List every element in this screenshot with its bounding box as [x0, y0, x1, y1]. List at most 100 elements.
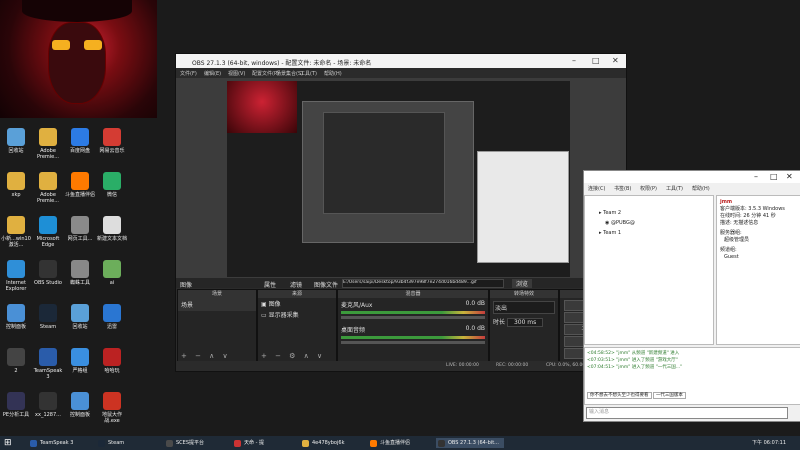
duration-input[interactable]: 300 ms — [506, 318, 544, 327]
channel-label: Team 1 — [603, 230, 622, 236]
channel-item[interactable]: ◉ @PUBG@ — [599, 218, 713, 228]
taskbar-item[interactable]: TeamSpeak 3 — [28, 438, 96, 448]
text-file-icon — [103, 216, 121, 234]
taskbar-item[interactable]: SCES提平台 — [164, 438, 232, 448]
obs-titlebar[interactable]: OBS 27.1.3 (64-bit, windows) - 配置文件: 未命名… — [176, 54, 626, 68]
desktop-icon[interactable]: 斗鱼直播伴侣 — [64, 172, 96, 198]
desktop-icon-label: 斗鱼直播伴侣 — [64, 192, 95, 198]
menu-item[interactable]: 帮助(H) — [692, 185, 710, 192]
browse-button[interactable]: 浏览 — [512, 279, 533, 288]
desktop-icon[interactable]: Internet Explorer — [0, 260, 32, 292]
source-item[interactable]: ▭ 显示器采集 — [258, 309, 336, 320]
desktop-icon[interactable]: 网易云音乐 — [96, 128, 128, 154]
scene-item[interactable]: 场景 — [178, 298, 256, 311]
desktop-icon[interactable]: xkp — [0, 172, 32, 198]
menu-item[interactable]: 视图(V) — [228, 70, 245, 77]
info-label: 频道组: — [720, 247, 737, 253]
clock[interactable]: 下午 06:07:11 — [752, 439, 786, 446]
teamspeak-window[interactable]: – □ ✕ 连接(C) 书签(B) 权限(P) 工具(T) 帮助(H) ▸ Team 2… — [583, 170, 800, 422]
desktop-icon-label: 控制面板 — [69, 412, 90, 418]
channel-item[interactable]: ▸ Team 2 — [599, 208, 713, 218]
desktop-icon[interactable]: 迅雷 — [96, 304, 128, 330]
menu-item[interactable]: 连接(C) — [588, 185, 605, 192]
ts-titlebar[interactable]: – □ ✕ — [584, 171, 800, 183]
properties-button[interactable]: 属性 — [264, 280, 276, 289]
desktop-icon-label: 网页工具... — [67, 236, 93, 242]
image-path-field[interactable]: E:/Users/saipi/Desktop/93b4f397e98f7e274… — [342, 279, 504, 288]
menu-item[interactable]: 工具(T) — [300, 70, 317, 77]
desktop-icon[interactable]: 微信 — [96, 172, 128, 198]
chat-tab[interactable]: 你不想去不想头至少也得要看 — [587, 392, 652, 399]
chat-input[interactable]: 输入消息 — [586, 407, 788, 419]
app-icon — [166, 440, 173, 447]
desktop-icon[interactable]: Adobe Premie... — [32, 172, 64, 204]
transition-select[interactable]: 淡出 — [493, 301, 555, 314]
source-tools[interactable]: + − ⚙ ∧ ∨ — [261, 352, 325, 360]
taskbar-item[interactable]: 斗鱼直播伴侣 — [368, 438, 436, 448]
desktop-icon[interactable]: TeamSpeak 3 — [32, 348, 64, 380]
desktop-icon[interactable]: 百度网盘 — [64, 128, 96, 154]
desktop-icon-label: xkp — [11, 192, 21, 198]
channel-item[interactable]: ▸ Team 1 — [599, 228, 713, 238]
desktop-icon[interactable]: Steam — [32, 304, 64, 330]
desktop-icon[interactable]: OBS Studio — [32, 260, 64, 286]
desktop-icon[interactable]: Adobe Premie... — [32, 128, 64, 160]
minimize-icon[interactable]: – — [754, 172, 758, 181]
desktop-icon[interactable]: 2 — [0, 348, 32, 374]
desktop-icon-label: Steam — [39, 324, 57, 330]
desktop-icon[interactable]: 网页工具... — [64, 216, 96, 242]
desktop-icon[interactable]: 严格组 — [64, 348, 96, 374]
desktop-icon[interactable]: 地鼠大作战.exe — [96, 392, 128, 424]
taskbar-item[interactable]: Steam — [96, 438, 164, 448]
desktop-icon[interactable]: Microsoft Edge — [32, 216, 64, 248]
info-label: 在线时间: — [720, 213, 742, 219]
desktop-icon[interactable]: 回收站 — [0, 128, 32, 154]
desktop-icon[interactable]: PE分析工具 — [0, 392, 32, 418]
menu-item[interactable]: 权限(P) — [640, 185, 657, 192]
server-group: 超级管理员 — [724, 237, 750, 243]
track-name: 麦克风/Aux — [341, 302, 373, 309]
desktop-icon-label: PE分析工具 — [2, 412, 30, 418]
desktop-icon[interactable]: ai — [96, 260, 128, 286]
menu-item[interactable]: 帮助(H) — [324, 70, 342, 77]
taskbar-item[interactable]: 天命 - 提 — [232, 438, 300, 448]
menu-item[interactable]: 编辑(E) — [204, 70, 221, 77]
desktop-icon[interactable]: 控制面板 — [64, 392, 96, 418]
preview-area[interactable] — [176, 78, 626, 278]
obs-window[interactable]: OBS 27.1.3 (64-bit, windows) - 配置文件: 未命名… — [175, 53, 627, 372]
channel-tree[interactable]: ▸ Team 2 ◉ @PUBG@ ▸ Team 1 — [584, 195, 714, 345]
desktop-icon-label: 迅雷 — [106, 324, 117, 330]
desktop-icon[interactable]: xx_1287... — [32, 392, 64, 418]
desktop-icon[interactable]: 控制面板 — [0, 304, 32, 330]
desktop-icon-label: 地鼠大作战.exe — [101, 412, 122, 424]
volume-slider[interactable] — [341, 341, 485, 344]
menu-item[interactable]: 书签(B) — [614, 185, 631, 192]
chat-tab[interactable]: 一代三国版本 — [652, 392, 686, 399]
duration-row: 时长 300 ms — [493, 317, 555, 327]
chat-tabs: 你不想去不想头至少也得要看 一代三国版本 — [587, 392, 686, 399]
taskbar-item[interactable]: 4e478yboj6k — [300, 438, 368, 448]
close-icon[interactable]: ✕ — [786, 172, 793, 181]
taskbar-item[interactable]: OBS 27.1.3 (64-bit... — [436, 438, 504, 448]
preview-canvas[interactable] — [227, 81, 570, 277]
minimize-icon[interactable]: – — [572, 56, 576, 65]
volume-slider[interactable] — [341, 316, 485, 319]
source-item[interactable]: ▣ 图像 — [258, 298, 336, 309]
app-icon — [438, 440, 445, 447]
close-icon[interactable]: ✕ — [612, 56, 619, 65]
desktop-icon[interactable]: 蜘蛛工具 — [64, 260, 96, 286]
start-button[interactable]: ⊞ — [4, 438, 12, 448]
scene-tools[interactable]: + − ∧ ∨ — [181, 352, 231, 360]
desktop-icon[interactable]: 回收站 — [64, 304, 96, 330]
maximize-icon[interactable]: □ — [770, 172, 778, 181]
filters-button[interactable]: 滤镜 — [290, 280, 302, 289]
maximize-icon[interactable]: □ — [592, 56, 600, 65]
menu-item[interactable]: 配置文件(P) — [252, 70, 279, 77]
desktop-icon[interactable]: 小新...win10激活... — [0, 216, 32, 248]
teamspeak-icon — [39, 348, 57, 366]
desktop-icon[interactable]: 新建文本文档 — [96, 216, 128, 242]
desktop-icon-label: 新建文本文档 — [96, 236, 127, 242]
desktop-icon[interactable]: 哈哈玩 — [96, 348, 128, 374]
menu-item[interactable]: 工具(T) — [666, 185, 683, 192]
menu-item[interactable]: 文件(F) — [180, 70, 197, 77]
